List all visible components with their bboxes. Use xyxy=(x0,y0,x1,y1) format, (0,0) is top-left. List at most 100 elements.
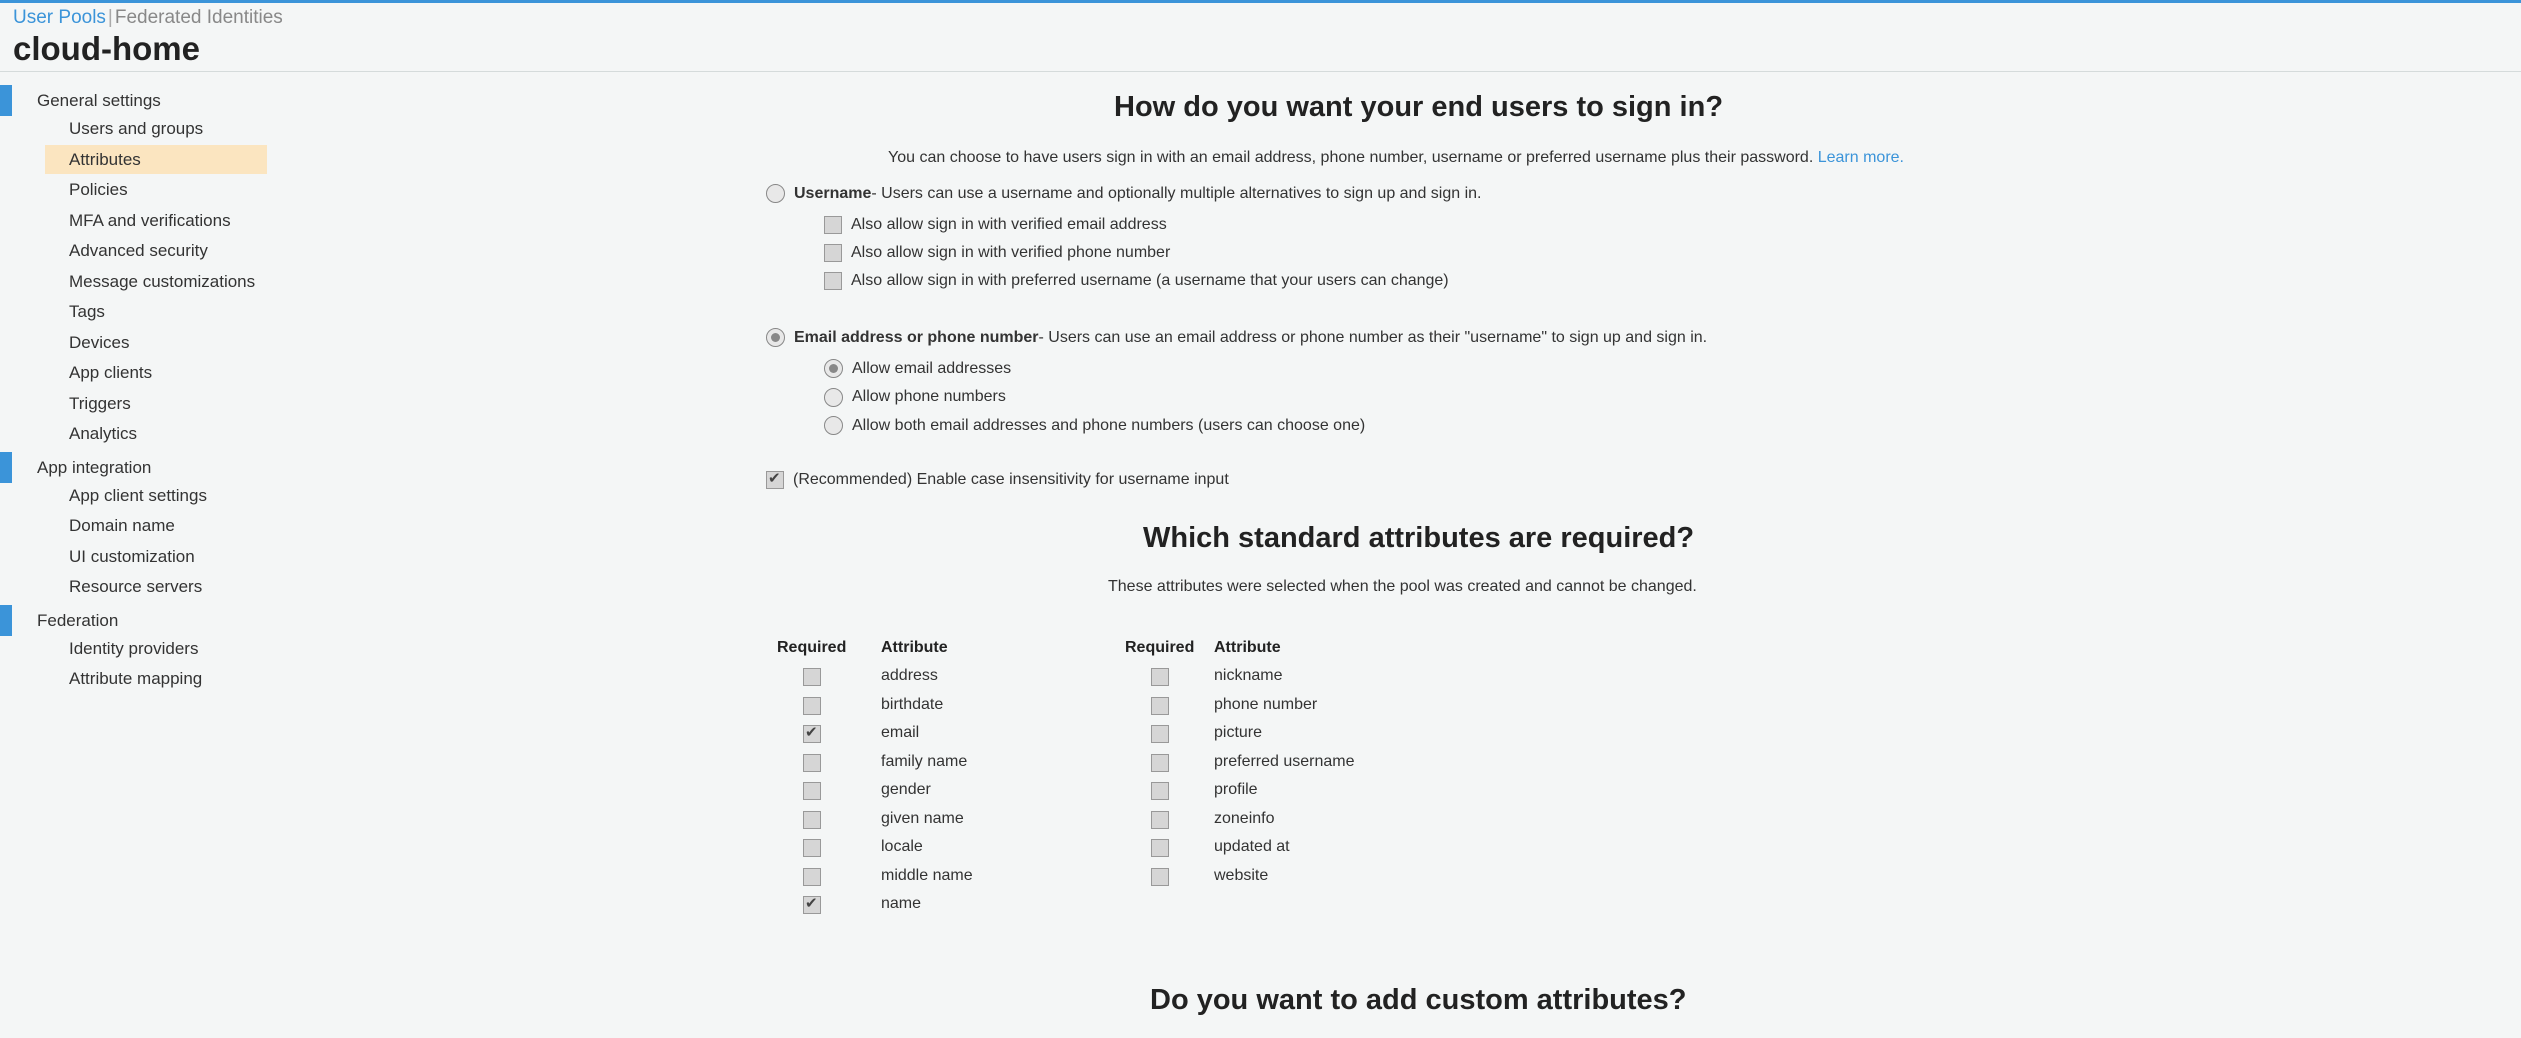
sidebar-section-federation: Federation xyxy=(0,604,300,636)
sidebar-section-label[interactable]: General settings xyxy=(37,91,161,111)
sidebar-item-label: App clients xyxy=(69,363,153,382)
username-label: Username xyxy=(794,184,872,202)
sidebar-item-mfa-and-verifications[interactable]: MFA and verifications xyxy=(45,206,267,235)
attribute-required-checkbox xyxy=(803,810,821,829)
sidebar-item-message-customizations[interactable]: Message customizations xyxy=(45,267,267,296)
breadcrumb-user-pools[interactable]: User Pools xyxy=(13,7,106,28)
username-radio[interactable] xyxy=(766,184,785,203)
section-marker xyxy=(0,451,12,483)
sidebar-item-label: UI customization xyxy=(69,546,195,566)
attribute-required-checkbox xyxy=(1151,753,1169,772)
username-suboption[interactable]: Also allow sign in with verified email a… xyxy=(824,216,1167,234)
sidebar-item-attribute-mapping[interactable]: Attribute mapping xyxy=(45,664,267,693)
sidebar-section-label[interactable]: App integration xyxy=(37,458,151,478)
attribute-required-checkbox xyxy=(1151,668,1169,686)
email-suboption[interactable]: Allow both email addresses and phone num… xyxy=(824,416,1365,435)
email-phone-desc: - Users can use an email address or phon… xyxy=(1038,328,1708,346)
sidebar-item-label: Attribute mapping xyxy=(69,669,203,688)
sidebar-item-policies[interactable]: Policies xyxy=(45,175,267,204)
breadcrumb-federated-identities[interactable]: Federated Identities xyxy=(115,7,283,28)
breadcrumb: User Pools | Federated Identities xyxy=(13,7,283,29)
attribute-name: given name xyxy=(881,809,964,827)
email-suboption-radio[interactable] xyxy=(824,359,843,378)
username-suboption-checkbox[interactable] xyxy=(824,272,842,290)
sidebar-item-label: Identity providers xyxy=(69,638,199,658)
username-suboption-checkbox[interactable] xyxy=(824,216,842,234)
username-suboption[interactable]: Also allow sign in with verified phone n… xyxy=(824,244,1170,262)
attribute-name: locale xyxy=(881,838,923,855)
attribute-required-checkbox xyxy=(1151,782,1169,800)
case-insensitive-checkbox[interactable] xyxy=(766,469,784,489)
username-suboption-label: Also allow sign in with verified email a… xyxy=(851,216,1167,233)
attribute-required-checkbox xyxy=(1151,810,1169,829)
signin-intro-text: You can choose to have users sign in wit… xyxy=(888,149,1814,166)
email-suboption-label: Allow phone numbers xyxy=(852,388,1006,405)
sidebar-item-users-and-groups[interactable]: Users and groups xyxy=(45,114,267,143)
username-suboption-label: Also allow sign in with verified phone n… xyxy=(851,244,1171,261)
learn-more-link[interactable]: Learn more. xyxy=(1818,149,1904,166)
sidebar-item-tags[interactable]: Tags xyxy=(45,297,267,326)
sidebar-item-label: Advanced security xyxy=(69,241,208,260)
sidebar-item-domain-name[interactable]: Domain name xyxy=(45,511,267,540)
sidebar-item-attributes[interactable]: Attributes xyxy=(45,144,267,174)
attribute-required-checkbox xyxy=(1151,839,1169,857)
username-suboption-label: Also allow sign in with preferred userna… xyxy=(851,272,1449,289)
sidebar-item-label: Message customizations xyxy=(69,271,256,291)
attribute-name: updated at xyxy=(1214,838,1290,855)
attribute-required-checkbox xyxy=(1151,696,1169,715)
attribute-required-checkbox xyxy=(1151,725,1169,743)
sidebar-item-advanced-security[interactable]: Advanced security xyxy=(45,236,267,265)
sidebar-item-label: Triggers xyxy=(69,393,131,413)
sidebar-item-devices[interactable]: Devices xyxy=(45,328,267,357)
attribute-name: website xyxy=(1214,866,1269,884)
sidebar-item-resource-servers[interactable]: Resource servers xyxy=(45,572,267,601)
attribute-required-checkbox xyxy=(803,668,821,686)
sidebar-item-identity-providers[interactable]: Identity providers xyxy=(45,634,267,663)
username-desc: - Users can use a username and optionall… xyxy=(871,184,1482,202)
case-insensitive-label: (Recommended) Enable case insensitivity … xyxy=(793,471,1229,488)
email-phone-radio[interactable] xyxy=(766,328,785,347)
email-suboption-label: Allow both email addresses and phone num… xyxy=(852,416,1366,434)
sidebar-item-label: Resource servers xyxy=(69,577,203,596)
username-suboption[interactable]: Also allow sign in with preferred userna… xyxy=(824,272,1449,290)
attribute-name: preferred username xyxy=(1214,752,1355,770)
attribute-name: email xyxy=(881,724,920,741)
attribute-required-checkbox xyxy=(803,753,821,772)
sidebar-item-app-client-settings[interactable]: App client settings xyxy=(45,481,267,510)
sidebar-item-triggers[interactable]: Triggers xyxy=(45,389,267,418)
attribute-required-checkbox xyxy=(803,894,821,914)
email-suboption[interactable]: Allow phone numbers xyxy=(824,387,1006,407)
username-option[interactable]: Username - Users can use a username and … xyxy=(766,184,1482,203)
right-required-header: Required xyxy=(1125,639,1195,656)
username-suboption-checkbox[interactable] xyxy=(824,244,842,262)
attribute-required-checkbox xyxy=(803,696,821,715)
attribute-name: phone number xyxy=(1214,695,1318,713)
left-attribute-header: Attribute xyxy=(881,639,948,656)
email-suboption-radio[interactable] xyxy=(824,387,843,407)
attribute-name: picture xyxy=(1214,724,1263,741)
standard-attributes-heading: Which standard attributes are required? xyxy=(1143,522,1695,554)
sidebar-item-app-clients[interactable]: App clients xyxy=(45,358,267,387)
sidebar-section-general-settings: General settings xyxy=(0,85,300,116)
attribute-required-checkbox xyxy=(803,782,821,800)
attribute-name: family name xyxy=(881,752,968,770)
email-suboption-label: Allow email addresses xyxy=(852,359,1012,377)
sidebar-item-label: Analytics xyxy=(69,424,138,443)
attribute-name: middle name xyxy=(881,866,973,884)
email-phone-option[interactable]: Email address or phone number - Users ca… xyxy=(766,328,1707,347)
sidebar-item-analytics[interactable]: Analytics xyxy=(45,419,267,448)
sidebar-section-label[interactable]: Federation xyxy=(37,611,118,631)
email-suboption-radio[interactable] xyxy=(824,416,843,435)
case-insensitive-option[interactable]: (Recommended) Enable case insensitivity … xyxy=(766,469,1229,489)
attribute-name: birthdate xyxy=(881,695,944,713)
email-suboption[interactable]: Allow email addresses xyxy=(824,359,1011,378)
sidebar-item-label: Tags xyxy=(69,302,105,321)
section-marker xyxy=(0,604,12,636)
attribute-name: gender xyxy=(881,781,931,798)
attribute-name: profile xyxy=(1214,781,1258,798)
attribute-required-checkbox xyxy=(803,839,821,857)
breadcrumb-separator: | xyxy=(107,7,113,28)
email-phone-label: Email address or phone number xyxy=(794,328,1039,346)
sidebar-item-ui-customization[interactable]: UI customization xyxy=(45,542,267,571)
sidebar-section-app-integration: App integration xyxy=(0,451,300,483)
